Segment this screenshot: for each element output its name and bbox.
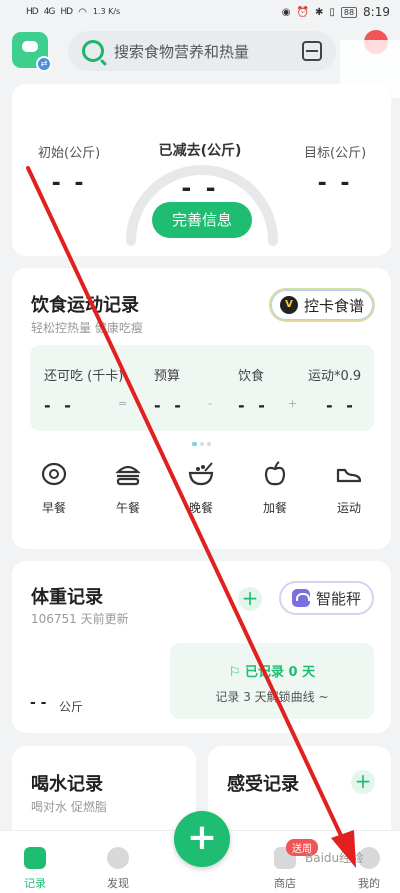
diet-record-subtitle: 轻松控热量 健康吃瘦 (31, 321, 143, 335)
meal-exercise[interactable]: 运动 (321, 460, 377, 516)
nav-record-label: 记录 (24, 877, 46, 890)
kakong-recipe-button[interactable]: V 控卡食谱 (269, 288, 375, 322)
shoe-icon (336, 468, 362, 483)
food-calories-value: - - (238, 396, 269, 415)
budget-calories-value: - - (154, 396, 185, 415)
record-days-text: ⚐ 已记录 0 天 (228, 665, 316, 680)
add-feel-button[interactable]: + (351, 770, 375, 794)
weight-summary-card: 初始(公斤) - - 已减去(公斤) - - 目标(公斤) - - 完善信息 (12, 84, 391, 256)
equals-sign: = (118, 397, 128, 410)
kakong-recipe-label: 控卡食谱 (303, 296, 364, 315)
network-speed: 1.3 K/s (92, 7, 121, 16)
meal-lunch-label: 午餐 (115, 501, 140, 515)
nav-record[interactable]: 记录 (5, 847, 65, 891)
minus-sign: - (208, 397, 212, 410)
apple-icon (264, 461, 286, 486)
unlock-curve-hint: 记录 3 天解锁曲线 ~ (215, 690, 329, 704)
budget-calories-label: 预算 (154, 369, 181, 384)
smart-scale-label: 智能秤 (315, 589, 361, 608)
initial-weight: 初始(公斤) - - (38, 142, 100, 196)
meal-snack[interactable]: 加餐 (247, 460, 303, 516)
flag-icon: ⚐ (228, 665, 246, 680)
bluetooth-icon: ✱ (314, 6, 324, 18)
kakong-logo-icon: V (279, 296, 298, 314)
signal-strength: 4G (43, 7, 56, 17)
current-weight-value: - - (30, 695, 47, 711)
weight-record-card: 体重记录 106751 天前更新 + 智能秤 ⚐ 已记录 0 天 记录 3 天解… (12, 561, 391, 733)
lost-weight-value: - - (181, 174, 219, 202)
scan-icon[interactable] (302, 41, 322, 61)
add-weight-button[interactable]: + (238, 587, 262, 611)
baidu-watermark: Baidu经验 (305, 851, 364, 865)
search-icon (82, 40, 104, 62)
budget-calories: 预算 - - (154, 365, 185, 415)
top-bar: ⇄ 搜索食物营养和热量 (0, 30, 400, 98)
scale-icon (291, 589, 310, 607)
remaining-calories: 还可吃 (千卡) - - (44, 365, 123, 415)
app-switch-button[interactable]: ⇄ (12, 32, 52, 72)
add-record-fab[interactable]: + (174, 811, 230, 867)
lost-weight-label: 已减去(公斤) (158, 143, 242, 159)
burger-icon (115, 465, 141, 486)
smart-scale-button[interactable]: 智能秤 (279, 581, 374, 615)
meal-breakfast[interactable]: 早餐 (26, 460, 82, 516)
target-weight-value: - - (317, 171, 353, 196)
complete-info-button[interactable]: 完善信息 (152, 202, 252, 238)
planet-icon (107, 847, 129, 869)
record-days-panel: ⚐ 已记录 0 天 记录 3 天解锁曲线 ~ (170, 643, 374, 719)
water-record-subtitle: 喝对水 促燃脂 (31, 800, 107, 814)
nav-shop-label: 商店 (274, 877, 296, 890)
target-weight: 目标(公斤) - - (304, 142, 366, 196)
status-bar: HD 4G HD ◠ 1.3 K/s ◉ ⏰ ✱ ▯ 88 8:19 (0, 0, 400, 24)
clock: 8:19 (363, 5, 390, 19)
network-type-2: HD (60, 7, 73, 17)
plus-sign: + (288, 397, 298, 410)
nav-discover-label: 发现 (107, 877, 129, 890)
meal-exercise-label: 运动 (336, 501, 361, 515)
remaining-calories-label: 还可吃 (千卡) (44, 369, 124, 384)
food-calories-label: 饮食 (238, 369, 265, 384)
bowl-icon (188, 462, 214, 486)
alarm-icon: ⏰ (296, 6, 309, 18)
diet-record-title: 饮食运动记录 (31, 295, 139, 316)
search-placeholder: 搜索食物营养和热量 (114, 42, 250, 61)
nav-discover[interactable]: 发现 (88, 847, 148, 891)
calorie-budget-panel[interactable]: 还可吃 (千卡) - - = 预算 - - - 饮食 - - + 运动*0.9 … (30, 345, 374, 431)
initial-weight-label: 初始(公斤) (38, 146, 101, 161)
exercise-calories: 运动*0.9 - - (308, 365, 361, 415)
wifi-icon: ◠ (78, 6, 87, 18)
meal-dinner[interactable]: 晚餐 (173, 460, 229, 516)
nav-mine-label: 我的 (358, 877, 380, 890)
vibrate-icon: ▯ (329, 6, 335, 18)
swap-icon: ⇄ (36, 56, 52, 72)
app-logo-icon (22, 41, 38, 52)
initial-weight-value: - - (51, 171, 87, 196)
food-calories: 饮食 - - (238, 365, 269, 415)
lost-weight: 已减去(公斤) - - (150, 140, 250, 202)
water-record-title: 喝水记录 (31, 774, 103, 795)
diet-record-card: 饮食运动记录 轻松控热量 健康吃瘦 V 控卡食谱 还可吃 (千卡) - - = … (12, 268, 391, 549)
current-weight-unit: 公斤 (59, 700, 84, 714)
target-weight-label: 目标(公斤) (304, 146, 367, 161)
meal-breakfast-label: 早餐 (41, 501, 66, 515)
weight-record-title: 体重记录 (31, 587, 103, 608)
meal-lunch[interactable]: 午餐 (100, 460, 156, 516)
meal-dinner-label: 晚餐 (188, 501, 213, 515)
pager-dots (192, 442, 211, 446)
record-icon (24, 847, 46, 869)
bottom-nav: 记录 发现 + 商店 送周 我的 Baidu经验 (0, 811, 400, 893)
search-bar[interactable]: 搜索食物营养和热量 (68, 31, 336, 71)
eye-icon: ◉ (281, 6, 291, 18)
exercise-calories-label: 运动*0.9 (308, 369, 362, 384)
egg-icon (41, 462, 67, 486)
meal-snack-label: 加餐 (262, 501, 287, 515)
network-type-1: HD (26, 7, 39, 17)
exercise-calories-value: - - (326, 396, 357, 415)
weight-record-updated: 106751 天前更新 (31, 612, 129, 626)
feel-record-title: 感受记录 (227, 774, 299, 795)
battery-indicator: 88 (340, 6, 358, 18)
remaining-calories-value: - - (44, 396, 75, 415)
